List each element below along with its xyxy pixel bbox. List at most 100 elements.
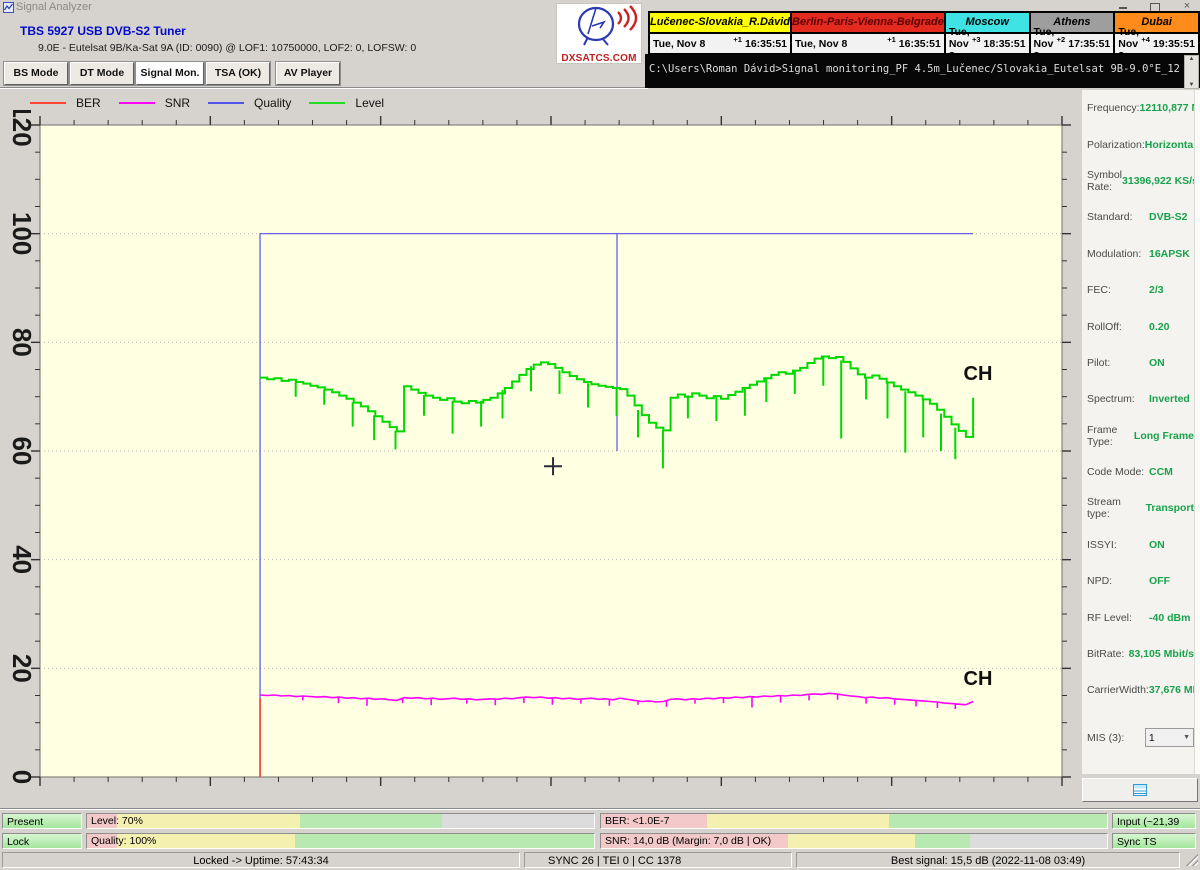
param-row: Standard: DVB-S2 — [1082, 199, 1194, 235]
panel-button[interactable] — [1082, 778, 1198, 802]
param-value: 37,676 MHz — [1148, 684, 1200, 697]
clock-time: 18:35:51 — [983, 37, 1026, 50]
status-uptime: Locked -> Uptime: 57:43:34 — [2, 852, 520, 868]
panel-scrollbar[interactable] — [1194, 90, 1200, 774]
legend-line-icon — [118, 102, 155, 104]
divider — [0, 87, 648, 89]
param-label: Code Mode: — [1087, 466, 1145, 479]
param-label: Frequency: — [1087, 102, 1140, 115]
param-value: 12110,877 MHz — [1139, 102, 1200, 115]
mis-dropdown[interactable]: 1 ▼ — [1144, 728, 1194, 748]
param-label: Modulation: — [1087, 247, 1142, 260]
param-row: RollOff: 0.20 — [1082, 308, 1194, 344]
param-row: Frequency:12110,877 MHz — [1082, 90, 1200, 126]
scroll-up-icon[interactable]: ▲ — [1189, 56, 1195, 62]
param-value: -40 dBm — [1149, 611, 1191, 624]
window-list-icon — [1133, 784, 1147, 796]
param-row: Spectrum: Inverted — [1082, 381, 1194, 417]
param-value: DVB-S2 — [1149, 211, 1188, 224]
clock-date: Tue, Nov 8 — [653, 37, 706, 50]
divider — [0, 808, 1200, 810]
param-value: 0.20 — [1149, 320, 1170, 333]
level-bar: Level: 70% — [86, 813, 595, 829]
status-bar: Locked -> Uptime: 57:43:34 SYNC 26 | TEI… — [0, 852, 1200, 870]
param-row: ISSYI: ON — [1082, 527, 1194, 563]
legend-label: BER — [76, 96, 101, 110]
tab-av-player[interactable]: AV Player — [276, 62, 340, 85]
scroll-down-icon[interactable]: ▼ — [1189, 82, 1195, 88]
level-bar-label: Level: 70% — [91, 815, 143, 827]
clock-utc-offset: +2 — [1056, 35, 1066, 44]
tab-dt-mode[interactable]: DT Mode — [70, 62, 134, 85]
param-label: Pilot: — [1087, 356, 1111, 369]
param-row: Symbol Rate: 31396,922 KS/s — [1082, 163, 1198, 199]
mis-row: MIS (3): 1 ▼ — [1082, 720, 1194, 756]
clock-cell: Lučenec-Slovakia_R.Dávid Tue, Nov 8 +1 16:3… — [650, 13, 793, 55]
tuner-title: TBS 5927 USB DVB-S2 Tuner — [20, 24, 186, 38]
tab-signal-mon-[interactable]: Signal Mon. — [136, 62, 204, 85]
legend-line-icon — [208, 102, 245, 104]
param-label: Symbol Rate: — [1087, 168, 1123, 193]
param-row: Code Mode: CCM — [1082, 454, 1194, 490]
clock-cell: Berlin-Paris-Vienna-Belgrade Tue, Nov 8 +1… — [792, 13, 946, 55]
chevron-down-icon: ▼ — [1183, 734, 1190, 742]
clock-time: 17:35:51 — [1068, 37, 1111, 50]
legend-label: Level — [355, 96, 385, 110]
clock-utc-offset: +1 — [887, 35, 896, 44]
clock-cell: DubaiTue, Nov 8+419:35:51 — [1115, 13, 1198, 62]
clock-time-row: Tue, Nov 8 +1 16:35:51 — [792, 34, 944, 53]
param-value: OFF — [1149, 575, 1170, 588]
tab-bs-mode[interactable]: BS Mode — [4, 62, 68, 85]
param-row: BitRate: 83,105 Mbit/s — [1082, 636, 1194, 672]
y-axis-label: 120 — [7, 110, 37, 147]
terminal-window[interactable]: C:\Users\Roman Dávid>Signal monitoring_P… — [645, 54, 1200, 89]
app-icon — [3, 2, 14, 13]
present-indicator: Present — [2, 813, 82, 829]
bar-segment — [117, 814, 300, 828]
clock-cell: MoscowTue, Nov 8+318:35:51 — [945, 13, 1031, 62]
quality-bar: Quality: 100% — [86, 833, 595, 849]
resize-grip[interactable] — [1186, 854, 1198, 866]
param-label: Polarization: — [1087, 138, 1145, 151]
legend-line-icon — [309, 102, 346, 104]
param-label: BitRate: — [1087, 648, 1125, 661]
y-axis-label: 0 — [7, 770, 37, 784]
clock-time-row: Tue, Nov 8+217:35:51 — [1030, 26, 1114, 62]
clock-time-row: Tue, Nov 8 +1 16:35:51 — [650, 34, 791, 53]
param-row: FEC: 2/3 — [1082, 272, 1194, 308]
ber-bar: BER: <1.0E-7 — [600, 813, 1108, 829]
snr-bar: SNR: 14,0 dB (Margin: 7,0 dB | OK) — [600, 833, 1108, 849]
legend-item-snr: SNR — [118, 96, 191, 110]
bar-segment — [914, 834, 971, 848]
legend-label: Quality — [254, 96, 292, 110]
param-value: 2/3 — [1149, 284, 1164, 297]
logo-text: DXSATCS.COM — [561, 53, 637, 64]
quality-bar-label: Quality: 100% — [91, 835, 157, 847]
terminal-command: C:\Users\Roman Dávid>Signal monitoring_P… — [649, 63, 1179, 75]
clock-utc-offset: +1 — [733, 35, 742, 44]
mis-label: MIS (3): — [1087, 731, 1125, 744]
sync-ts-indicator: Sync TS — [1112, 833, 1196, 849]
clock-time-row: Tue, Nov 8+318:35:51 — [945, 26, 1029, 62]
param-value: Long Frame — [1133, 429, 1194, 442]
param-value: 83,105 Mbit/s — [1128, 648, 1194, 661]
param-label: NPD: — [1087, 575, 1113, 588]
param-row: Modulation: 16APSK — [1082, 236, 1194, 272]
y-axis-label: 80 — [7, 328, 37, 357]
clock-utc-offset: +4 — [1141, 35, 1150, 44]
bar-segment — [299, 814, 442, 828]
ber-bar-label: BER: <1.0E-7 — [605, 815, 670, 827]
bar-segment — [788, 834, 915, 848]
satellite-dish-icon — [577, 5, 638, 46]
param-label: RollOff: — [1087, 320, 1122, 333]
input-indicator: Input (~21,39 Mbps) — [1112, 813, 1196, 844]
clock-city: Lučenec-Slovakia_R.Dávid — [650, 13, 791, 34]
tab-tsa-ok-[interactable]: TSA (OK) — [206, 62, 270, 85]
legend-label: SNR — [164, 96, 191, 110]
param-label: Frame Type: — [1087, 423, 1118, 448]
legend-item-quality: Quality — [208, 96, 291, 110]
param-label: Spectrum: — [1087, 393, 1135, 406]
bar-segment — [441, 814, 594, 828]
terminal-scrollbar[interactable]: ▲ ▼ — [1184, 55, 1199, 89]
clock-time-row: Tue, Nov 8+419:35:51 — [1115, 26, 1198, 62]
